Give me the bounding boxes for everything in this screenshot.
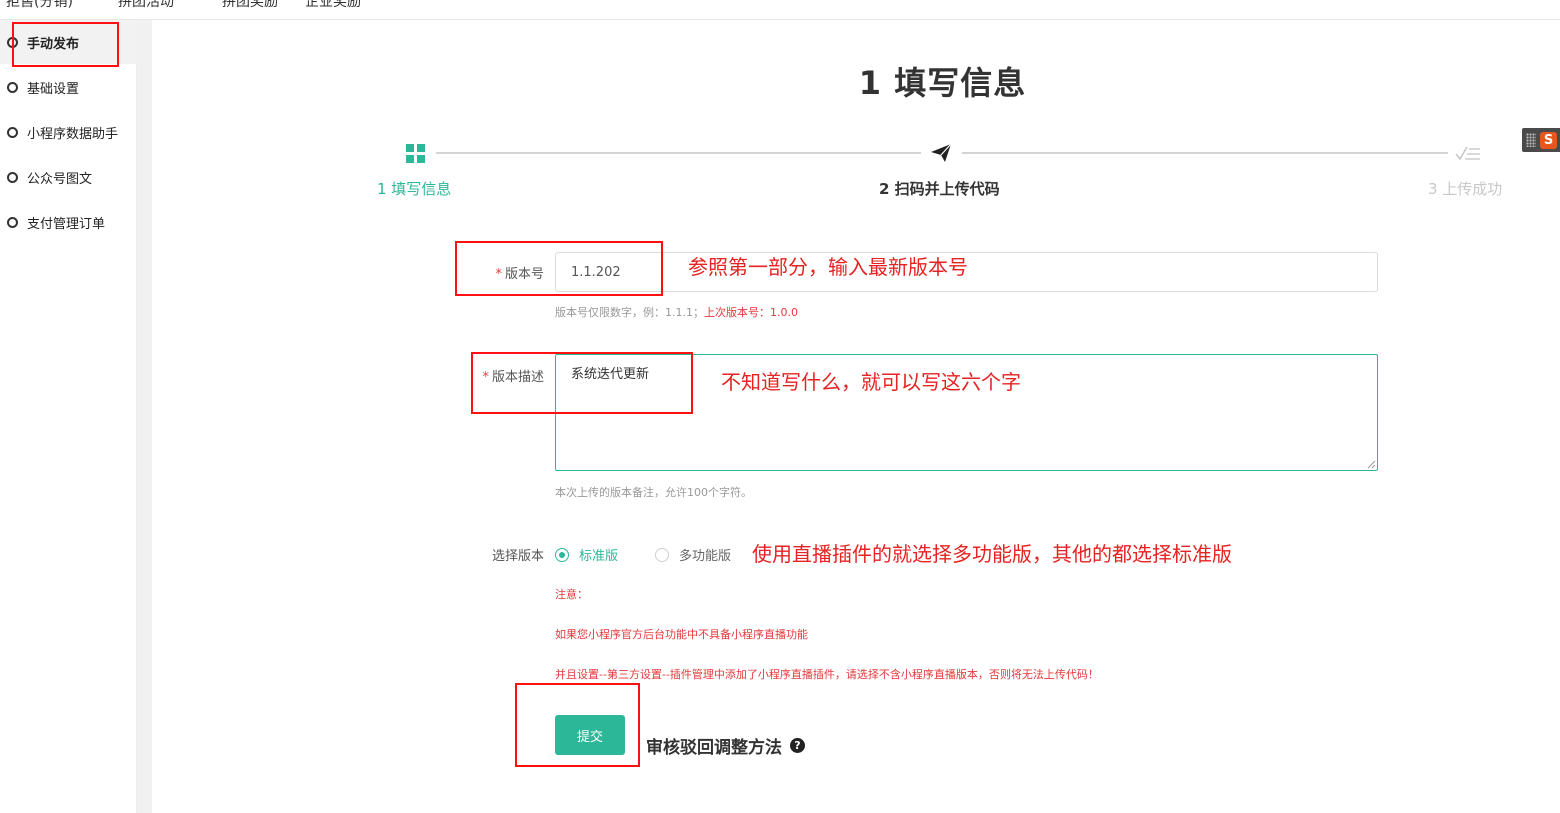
grid-icon (406, 144, 425, 163)
radio-standard-edition[interactable]: 标准版 (555, 545, 618, 564)
top-nav: 拒售(分销) 拼团活动 拼团奖励 企业奖励 (0, 0, 1560, 20)
resize-handle-icon[interactable] (1366, 459, 1376, 469)
page-title: 1 填写信息 (858, 64, 1027, 102)
last-version-text: 上次版本号：1.0.0 (704, 306, 798, 319)
ime-letter: S (1540, 131, 1557, 149)
annotation-box-submit (515, 683, 640, 767)
sidebar-gutter (137, 20, 152, 813)
question-circle-icon: ? (790, 738, 805, 753)
annotation-box-description (471, 352, 693, 414)
rejection-help-link[interactable]: 审核驳回调整方法 ? (646, 733, 805, 758)
note-line: 并且设置--第三方设置--插件管理中添加了小程序直播插件，请选择不含小程序直播版… (555, 668, 1099, 681)
radio-multifunction-edition[interactable]: 多功能版 (655, 545, 731, 564)
radio-checked-icon (555, 547, 569, 562)
circle-bullet-icon (7, 126, 18, 138)
step-1-label: 1 填写信息 (377, 180, 452, 198)
radio-label: 多功能版 (679, 549, 732, 564)
circle-bullet-icon (7, 216, 18, 228)
top-nav-item-2[interactable]: 拼团活动 (118, 0, 174, 11)
sidebar-item-payment-orders[interactable]: 支付管理订单 (0, 200, 137, 244)
annotation-text-version: 参照第一部分，输入最新版本号 (688, 255, 968, 279)
grid-dots-icon (1526, 133, 1536, 147)
annotation-text-description: 不知道写什么，就可以写这六个字 (721, 370, 1021, 394)
step-2-label: 2 扫码并上传代码 (879, 180, 1000, 198)
sidebar-item-data-assistant[interactable]: 小程序数据助手 (0, 110, 137, 154)
radio-label: 标准版 (579, 549, 619, 564)
step-connector (962, 152, 1448, 154)
annotation-box-version (455, 241, 663, 296)
step-connector (436, 152, 921, 154)
paper-plane-icon (931, 143, 952, 162)
sidebar-item-label: 基础设置 (27, 81, 80, 97)
note-line: 如果您小程序官方后台功能中不具备小程序直播功能 (555, 628, 808, 641)
sidebar-item-official-articles[interactable]: 公众号图文 (0, 155, 137, 199)
sidebar-item-label: 支付管理订单 (27, 216, 106, 232)
sidebar-item-label: 公众号图文 (27, 171, 93, 187)
circle-bullet-icon (7, 81, 18, 93)
radio-unchecked-icon (655, 547, 669, 562)
step-3-label: 3 上传成功 (1428, 180, 1503, 198)
sidebar: 手动发布 基础设置 小程序数据助手 公众号图文 支付管理订单 (0, 20, 137, 813)
version-hint: 版本号仅限数字，例：1.1.1；上次版本号：1.0.0 (555, 304, 798, 320)
top-nav-item-3[interactable]: 拼团奖励 (222, 0, 278, 11)
edition-label: 选择版本 (491, 549, 544, 564)
circle-bullet-icon (7, 171, 18, 183)
top-nav-item-4[interactable]: 企业奖励 (305, 0, 361, 11)
note-title: 注意： (555, 588, 588, 601)
checklist-icon (1455, 146, 1480, 161)
top-nav-item-1[interactable]: 拒售(分销) (6, 0, 73, 11)
annotation-box-sidebar (12, 22, 119, 67)
version-hint-text: 版本号仅限数字，例：1.1.1； (555, 306, 704, 319)
sidebar-item-basic-settings[interactable]: 基础设置 (0, 65, 137, 109)
description-hint: 本次上传的版本备注，允许100个字符。 (555, 486, 752, 499)
sogou-ime-icon[interactable]: S (1522, 128, 1560, 152)
rejection-help-text: 审核驳回调整方法 (646, 738, 782, 758)
sidebar-item-label: 小程序数据助手 (27, 126, 119, 142)
annotation-text-edition: 使用直播插件的就选择多功能版，其他的都选择标准版 (752, 542, 1232, 566)
